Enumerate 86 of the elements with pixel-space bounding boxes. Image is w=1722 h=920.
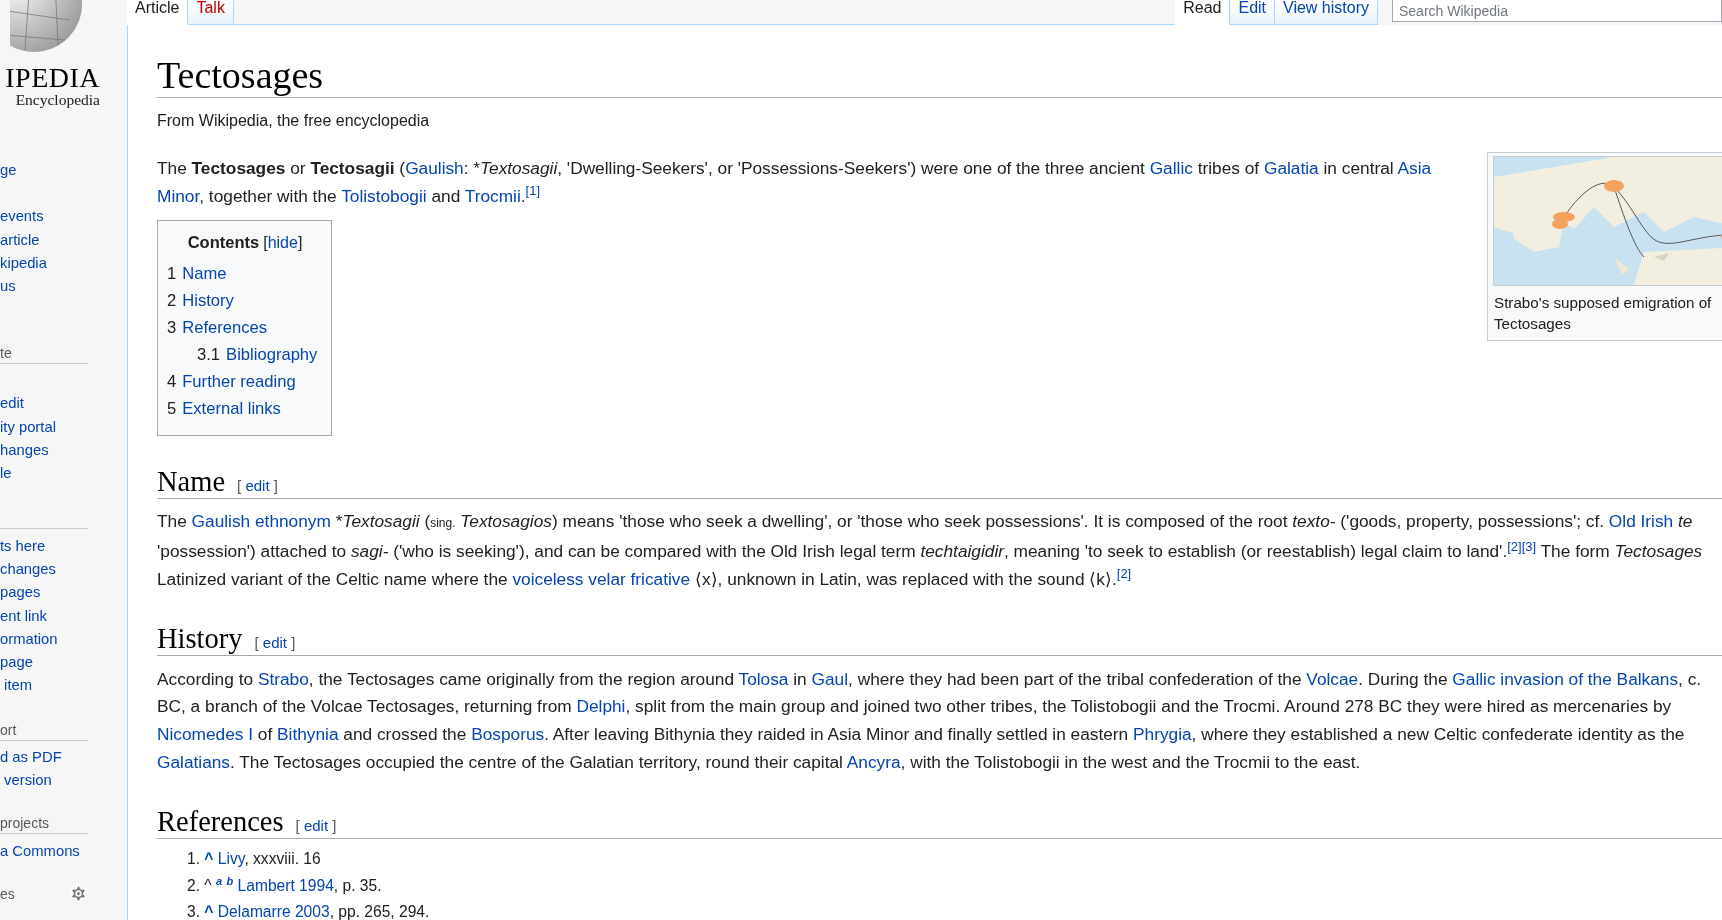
link[interactable]: Bithynia bbox=[277, 723, 339, 744]
tab[interactable]: Read bbox=[1175, 0, 1231, 25]
section-heading: History bbox=[157, 623, 243, 654]
tab[interactable]: Article bbox=[127, 0, 189, 25]
sidebar-heading: te bbox=[0, 344, 12, 364]
edit-link[interactable]: [ edit ] bbox=[254, 633, 296, 651]
page-title: Tectosages bbox=[157, 55, 324, 95]
sidebar-link[interactable]: changes bbox=[0, 557, 56, 582]
sidebar-heading: projects bbox=[0, 814, 50, 834]
link[interactable]: Gaulish ethnonym bbox=[191, 511, 331, 532]
backlink[interactable]: b bbox=[226, 874, 234, 887]
sidebar-link[interactable]: a Commons bbox=[0, 840, 80, 864]
link[interactable]: Tolosa bbox=[738, 668, 789, 689]
link[interactable]: Trocmii bbox=[464, 185, 521, 206]
link[interactable]: Minor bbox=[157, 185, 200, 206]
sidebar-link[interactable]: edit bbox=[0, 392, 24, 416]
sidebar-link[interactable]: kipedia bbox=[0, 251, 47, 276]
sidebar-link[interactable]: ormation bbox=[0, 627, 58, 652]
link[interactable]: Gallic bbox=[1149, 158, 1193, 178]
edit-link[interactable]: [ edit ] bbox=[237, 477, 278, 495]
contents-item[interactable]: 1 Name bbox=[167, 260, 227, 288]
contents-item[interactable]: 5 External links bbox=[167, 395, 281, 423]
tab[interactable]: View history bbox=[1275, 0, 1378, 25]
tagline: From Wikipedia, the free encyclopedia bbox=[157, 111, 430, 131]
link[interactable]: Gaul bbox=[811, 668, 849, 689]
link[interactable]: Galatians bbox=[157, 751, 230, 772]
link[interactable]: Volcae bbox=[1306, 668, 1359, 689]
reference-item: 1. ^ Livy, xxxviii. 16 bbox=[187, 849, 321, 870]
sidebar-link[interactable]: ts here bbox=[0, 534, 46, 558]
sidebar-heading: es bbox=[0, 884, 15, 904]
tab[interactable]: Edit bbox=[1230, 0, 1276, 25]
sidebar-link[interactable]: ity portal bbox=[0, 415, 56, 440]
paragraph: According to Strabo, the Tectosages came originally from the region around Tolosa in Gaul, where they had been part of the tribal confederation of the Volcae. During the Gallic invasion of the Balkans, c. BC, a branch of the Volcae Tectosages, returning from Delphi, split from the main group and joined two other tribes, the Tolistobogii and the Trocmi. Around 278 BC they were hired as mercenaries by Nicomedes I of Bithynia and crossed the Bosporus. After leaving Bithynia they raided in Asia Minor and finally settled in eastern Phrygia, where they established a new Celtic confederate identity as the Galatians. The Tectosages occupied the centre of the Galatian territory, round their capital Ancyra, with the Tolistobogii in the west and the Trocmii to the east. bbox=[157, 667, 1702, 774]
edit-link[interactable]: [ edit ] bbox=[295, 817, 337, 835]
link[interactable]: Asia bbox=[1397, 158, 1432, 178]
sidebar-link[interactable]: us bbox=[0, 275, 16, 299]
contents-item[interactable]: 3.1 Bibliography bbox=[167, 341, 318, 369]
link[interactable]: Old Irish bbox=[1608, 511, 1674, 532]
link[interactable]: Delamarre 2003 bbox=[217, 902, 330, 920]
link[interactable]: Nicomedes I bbox=[157, 723, 254, 744]
contents-item[interactable]: 3 References bbox=[167, 314, 268, 342]
settings-icon[interactable] bbox=[69, 884, 88, 904]
link[interactable]: ^ bbox=[204, 902, 214, 920]
contents-title: Contents bbox=[187, 232, 260, 254]
hide-link[interactable]: [hide] bbox=[263, 232, 303, 255]
link[interactable]: Lambert 1994 bbox=[237, 876, 334, 894]
sidebar-link[interactable]: page bbox=[0, 651, 33, 675]
sidebar-link[interactable]: version bbox=[0, 769, 52, 793]
link[interactable]: Bosporus bbox=[471, 723, 545, 744]
section-heading: Name bbox=[157, 467, 226, 498]
sidebar-heading: ort bbox=[0, 720, 17, 740]
section-heading: References bbox=[157, 807, 284, 838]
link[interactable]: Delphi bbox=[576, 696, 626, 717]
contents-item[interactable]: 2 History bbox=[167, 287, 234, 315]
link[interactable]: Galatia bbox=[1263, 158, 1319, 178]
tab[interactable]: Talk bbox=[188, 0, 234, 25]
sidebar-link[interactable]: d as PDF bbox=[0, 745, 62, 770]
paragraph: The Gaulish ethnonym *Textosagii (sing. Textosagios) means 'those who seek a dwelling', or 'those who seek possessions'. It is composed of the root texto- ('goods, property, possessions'; cf. Old Irish te 'possession') attached to sagi- ('who is seeking'), and can be compared with the Old Irish legal term techtaigidir, meaning 'to seek to establish (or reestablish) legal claim to land'.$^{[2][3]}$ The form Tectosages Latinized variant of the Celtic name where the voiceless velar fricative ⟨x⟩, unknown in Latin, was replaced with the sound ⟨k⟩.$^{[2]}$ bbox=[157, 510, 1703, 591]
reference-item: 2. ^ $^{a}$ $^{b}$ Lambert 1994, p. 35. bbox=[187, 873, 382, 896]
search-field[interactable]: Search Wikipedia bbox=[1392, 0, 1722, 22]
sidebar-link[interactable]: item bbox=[0, 674, 33, 698]
sidebar-link[interactable]: ge bbox=[0, 159, 17, 183]
link[interactable]: Strabo bbox=[257, 668, 309, 689]
logo-tagline: Encyclopedia bbox=[15, 91, 100, 109]
sidebar-link[interactable]: hanges bbox=[0, 439, 49, 463]
link[interactable]: Livy bbox=[217, 850, 245, 868]
sidebar-link[interactable]: article bbox=[0, 228, 40, 252]
reference-item: 3. ^ Delamarre 2003, pp. 265, 294. bbox=[187, 901, 430, 920]
paragraph: The Tectosages or Tectosagii (Gaulish: *Textosagii, 'Dwelling-Seekers', or 'Possessions-Seekers') were one of the three ancient Gallic tribes of Galatia in central Asia Minor, together with the Tolistobogii and Trocmii.$^{[1]}$ bbox=[157, 157, 1432, 208]
link[interactable]: Gaulish bbox=[405, 158, 464, 178]
link[interactable]: [2] bbox=[1116, 568, 1132, 589]
link[interactable]: Phrygia bbox=[1133, 723, 1192, 744]
logo-wordmark: IPEDIA bbox=[5, 65, 100, 91]
link[interactable]: ^ bbox=[204, 850, 214, 868]
link[interactable]: Ancyra bbox=[846, 751, 901, 772]
link[interactable]: Gallic invasion of the Balkans bbox=[1452, 668, 1679, 689]
link[interactable]: Tolistobogii bbox=[341, 185, 427, 206]
sidebar-link[interactable]: ent link bbox=[0, 604, 47, 628]
link[interactable]: voiceless velar fricative bbox=[512, 568, 691, 589]
sidebar-link[interactable]: pages bbox=[0, 581, 41, 605]
link[interactable]: [2][3] bbox=[1507, 541, 1537, 562]
sidebar-link[interactable]: le bbox=[0, 462, 12, 486]
sidebar-link[interactable]: events bbox=[0, 205, 44, 229]
backlink[interactable]: a bbox=[216, 874, 223, 887]
contents-item[interactable]: 4 Further reading bbox=[167, 368, 296, 396]
caption: Strabo's supposed emigration of Tectosages bbox=[1493, 293, 1713, 334]
